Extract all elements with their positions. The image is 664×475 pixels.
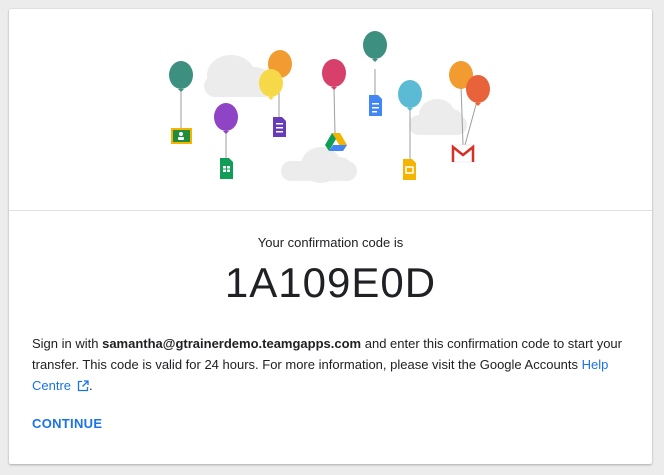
confirmation-code: 1A109E0D bbox=[224, 259, 437, 306]
balloon-pink bbox=[322, 59, 346, 90]
continue-button[interactable]: CONTINUE bbox=[32, 416, 102, 431]
google-slides-icon bbox=[403, 159, 416, 180]
instructions-suffix: . bbox=[89, 378, 93, 393]
balloon-cyan bbox=[398, 80, 422, 111]
balloon-red bbox=[466, 75, 490, 106]
gmail-icon bbox=[451, 144, 475, 163]
balloon-purple bbox=[214, 103, 238, 134]
google-sheets-icon bbox=[220, 158, 233, 179]
google-forms-icon bbox=[273, 117, 286, 137]
google-docs-icon bbox=[369, 95, 382, 116]
balloon-teal-top bbox=[363, 31, 387, 62]
instructions-text: Sign in with samantha@gtrainerdemo.teamg… bbox=[32, 333, 632, 398]
confirmation-code-label: Your confirmation code is bbox=[257, 235, 404, 250]
cloud-center bbox=[281, 147, 357, 183]
open-in-new-icon[interactable] bbox=[77, 377, 89, 398]
balloon-teal-left bbox=[169, 61, 193, 92]
account-email: samantha@gtrainerdemo.teamgapps.com bbox=[102, 336, 362, 351]
instructions-prefix: Sign in with bbox=[32, 336, 103, 351]
google-drive-icon bbox=[325, 133, 347, 151]
divider bbox=[9, 210, 652, 211]
transfer-confirmation-card: Your confirmation code is 1A109E0D Sign … bbox=[9, 9, 652, 464]
google-classroom-icon bbox=[171, 128, 192, 144]
balloons-illustration bbox=[169, 31, 490, 183]
